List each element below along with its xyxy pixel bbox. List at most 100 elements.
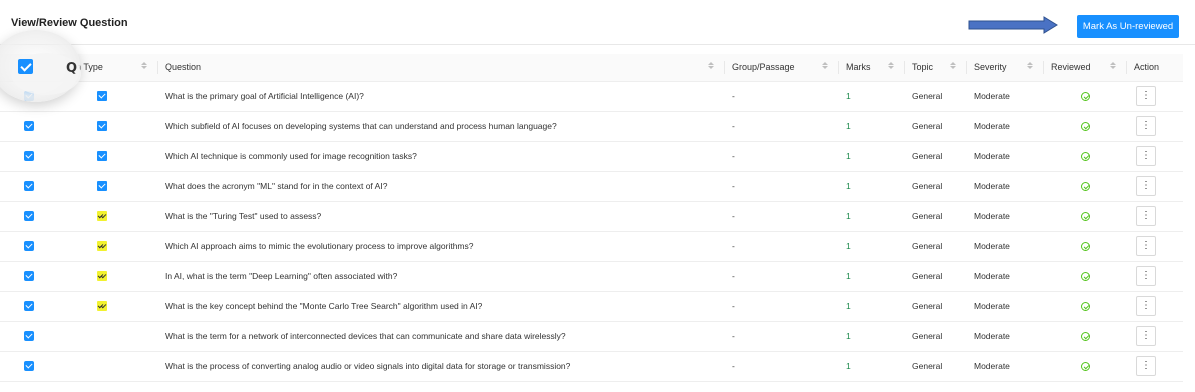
severity-value: Moderate (974, 181, 1010, 191)
table-row[interactable]: Which AI approach aims to mimic the evol… (0, 231, 1183, 261)
reviewed-check-icon (1081, 92, 1090, 102)
topic-value: General (912, 301, 943, 311)
more-actions-button[interactable]: ⋮ (1136, 356, 1156, 376)
question-text: What does the acronym "ML" stand for in … (165, 181, 388, 191)
marks-value: 1 (846, 301, 851, 311)
reviewed-check-icon (1081, 152, 1090, 162)
row-checkbox[interactable] (24, 241, 34, 252)
reviewed-check-icon (1081, 272, 1090, 282)
more-actions-button[interactable]: ⋮ (1136, 326, 1156, 346)
severity-value: Moderate (974, 211, 1010, 221)
table-row[interactable]: Which AI technique is commonly used for … (0, 141, 1183, 171)
row-checkbox[interactable] (24, 91, 34, 102)
marks-value: 1 (846, 331, 851, 341)
reviewed-check-icon (1081, 242, 1090, 252)
group-passage-value: - (732, 211, 735, 221)
multi-choice-type-icon (97, 211, 107, 222)
group-passage-value: - (732, 301, 735, 311)
row-checkbox[interactable] (24, 271, 34, 282)
table-row[interactable]: What is the key concept behind the "Mont… (0, 291, 1183, 321)
marks-value: 1 (846, 181, 851, 191)
row-checkbox[interactable] (24, 181, 34, 192)
row-checkbox[interactable] (24, 211, 34, 222)
multi-choice-type-icon (97, 241, 107, 252)
topic-value: General (912, 361, 943, 371)
more-actions-button[interactable]: ⋮ (1136, 266, 1156, 286)
column-label: Action (1134, 62, 1160, 73)
sort-icon[interactable] (1110, 62, 1116, 69)
question-text: Which subfield of AI focuses on developi… (165, 121, 557, 131)
column-label: Marks (846, 62, 871, 73)
question-text: What is the primary goal of Artificial I… (165, 91, 364, 101)
column-topic[interactable]: Topic (904, 54, 966, 82)
text-type-icon (97, 331, 107, 341)
topic-value: General (912, 91, 943, 101)
column-label: Reviewed (1051, 62, 1091, 73)
group-passage-value: - (732, 121, 735, 131)
more-actions-button[interactable]: ⋮ (1136, 176, 1156, 196)
severity-value: Moderate (974, 91, 1010, 101)
question-text: What is the term for a network of interc… (165, 331, 566, 341)
column-label: Question (165, 62, 202, 73)
column-severity[interactable]: Severity (966, 54, 1043, 82)
column-reviewed[interactable]: Reviewed (1043, 54, 1126, 82)
table-row[interactable]: What is the term for a network of interc… (0, 321, 1183, 351)
column-label: Severity (974, 62, 1007, 73)
reviewed-check-icon (1081, 122, 1090, 132)
row-checkbox[interactable] (24, 331, 34, 342)
row-checkbox[interactable] (24, 151, 34, 162)
row-checkbox[interactable] (24, 361, 34, 372)
sort-icon[interactable] (822, 62, 828, 69)
marks-value: 1 (846, 211, 851, 221)
column-label-prefix: Q (66, 61, 78, 76)
reviewed-check-icon (1081, 302, 1090, 312)
table-row[interactable]: In AI, what is the term "Deep Learning" … (0, 261, 1183, 291)
more-actions-button[interactable]: ⋮ (1136, 146, 1156, 166)
sort-icon[interactable] (888, 62, 894, 69)
marks-value: 1 (846, 121, 851, 131)
more-actions-button[interactable]: ⋮ (1136, 236, 1156, 256)
group-passage-value: - (732, 271, 735, 281)
more-actions-button[interactable]: ⋮ (1136, 206, 1156, 226)
table-row[interactable]: What is the "Turing Test" used to assess… (0, 201, 1183, 231)
sort-icon[interactable] (141, 62, 147, 69)
sort-icon[interactable] (708, 62, 714, 69)
topic-value: General (912, 241, 943, 251)
more-actions-button[interactable]: ⋮ (1136, 86, 1156, 106)
severity-value: Moderate (974, 151, 1010, 161)
reviewed-check-icon (1081, 362, 1090, 372)
more-actions-button[interactable]: ⋮ (1136, 296, 1156, 316)
column-group-passage[interactable]: Group/Passage (724, 54, 838, 82)
sort-icon[interactable] (950, 62, 956, 69)
text-type-icon (97, 361, 107, 371)
topic-value: General (912, 211, 943, 221)
group-passage-value: - (732, 361, 735, 371)
row-checkbox[interactable] (24, 301, 34, 312)
group-passage-value: - (732, 241, 735, 251)
mark-as-unreviewed-button[interactable]: Mark As Un-reviewed (1077, 15, 1179, 38)
single-choice-type-icon (97, 181, 107, 192)
table-row[interactable]: What is the process of converting analog… (0, 351, 1183, 381)
column-label: Group/Passage (732, 62, 795, 73)
right-arrow-icon (968, 16, 1058, 34)
divider (0, 44, 1195, 45)
sort-icon[interactable] (1027, 62, 1033, 69)
group-passage-value: - (732, 181, 735, 191)
marks-value: 1 (846, 91, 851, 101)
multi-choice-type-icon (97, 301, 107, 312)
reviewed-check-icon (1081, 182, 1090, 192)
topic-value: General (912, 271, 943, 281)
topic-value: General (912, 121, 943, 131)
column-question[interactable]: Question (157, 54, 724, 82)
column-label: Topic (912, 62, 934, 73)
table-row[interactable]: What is the primary goal of Artificial I… (0, 81, 1183, 111)
column-marks[interactable]: Marks (838, 54, 904, 82)
table-row[interactable]: Which subfield of AI focuses on developi… (0, 111, 1183, 141)
row-checkbox[interactable] (24, 121, 34, 132)
page-title: View/Review Question (11, 17, 128, 29)
table-row[interactable]: What does the acronym "ML" stand for in … (0, 171, 1183, 201)
question-text: Which AI approach aims to mimic the evol… (165, 241, 474, 251)
select-all-checkbox[interactable] (18, 59, 33, 74)
table-header: ion Type Question Group/Passage Marks To… (0, 54, 1183, 82)
more-actions-button[interactable]: ⋮ (1136, 116, 1156, 136)
